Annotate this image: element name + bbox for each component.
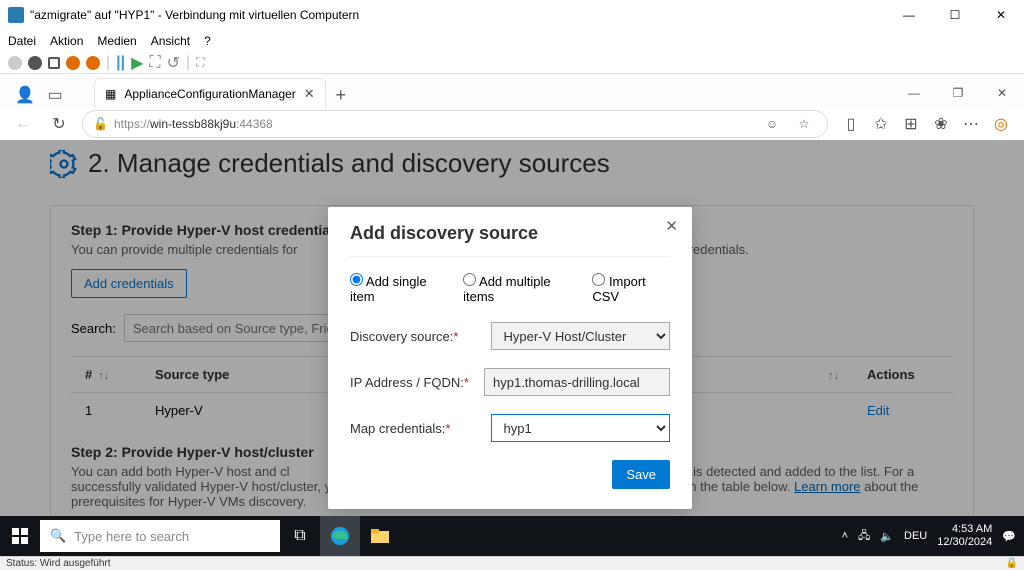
menu-medien[interactable]: Medien xyxy=(97,34,136,48)
favorites-icon[interactable]: ✩ xyxy=(868,111,894,137)
extensions-icon[interactable]: ❀ xyxy=(928,111,954,137)
play-icon[interactable]: ▶ xyxy=(131,53,143,73)
taskbar-search[interactable]: 🔍 Type here to search xyxy=(40,520,280,552)
collections-icon[interactable]: ⊞ xyxy=(898,111,924,137)
tray-up-icon[interactable]: ˄ xyxy=(842,530,848,542)
menu-ansicht[interactable]: Ansicht xyxy=(151,34,190,48)
snapshot-icon[interactable]: ⛶ xyxy=(149,54,160,72)
menu-datei[interactable]: Datei xyxy=(8,34,36,48)
network-icon[interactable]: 🖧 xyxy=(858,527,870,546)
menubar: Datei Aktion Medien Ansicht ? xyxy=(0,30,1024,52)
tabs-overview-icon[interactable]: ▭ xyxy=(42,82,68,108)
windows-taskbar: 🔍 Type here to search ⧉ ˄ 🖧 🔈 DEU 4:53 A… xyxy=(0,516,1024,556)
window-buttons: — ☐ ✕ xyxy=(886,0,1024,30)
restart-icon[interactable] xyxy=(86,56,100,70)
browser-tab[interactable]: ▦ ApplianceConfigurationManager ✕ xyxy=(94,78,326,108)
vm-toolbar: | || ▶ ⛶ ↺ | ⛶ xyxy=(0,52,1024,74)
menu-aktion[interactable]: Aktion xyxy=(50,34,83,48)
map-credentials-select[interactable]: hyp1 xyxy=(491,414,670,442)
maximize-button[interactable]: ☐ xyxy=(932,0,978,30)
tab-close-icon[interactable]: ✕ xyxy=(304,86,315,102)
profile-icon[interactable]: 👤 xyxy=(12,82,38,108)
tab-favicon: ▦ xyxy=(105,87,116,101)
menu-help[interactable]: ? xyxy=(204,34,211,48)
search-icon: 🔍 xyxy=(50,528,66,544)
feedback-icon[interactable]: ☺ xyxy=(759,111,785,137)
radio-csv[interactable]: Import CSV xyxy=(592,273,670,304)
vm-app-icon xyxy=(8,7,24,23)
task-view-icon[interactable]: ⧉ xyxy=(280,516,320,556)
window-title: "azmigrate" auf "HYP1" - Verbindung mit … xyxy=(30,8,359,22)
copilot-icon[interactable]: ◎ xyxy=(988,111,1014,137)
toolbar-btn[interactable] xyxy=(8,56,22,70)
discovery-source-select[interactable]: Hyper-V Host/Cluster xyxy=(491,322,670,350)
refresh-button[interactable]: ↻ xyxy=(46,111,72,137)
add-discovery-modal: Add discovery source ✕ Add single item A… xyxy=(328,207,692,509)
radio-single[interactable]: Add single item xyxy=(350,273,447,304)
stop-icon[interactable] xyxy=(48,57,60,69)
modal-close-icon[interactable]: ✕ xyxy=(665,217,678,235)
back-button[interactable]: ← xyxy=(10,111,36,137)
browser-tabstrip: 👤 ▭ ▦ ApplianceConfigurationManager ✕ + … xyxy=(0,74,1024,108)
favorite-icon[interactable]: ☆ xyxy=(791,111,817,137)
edge-icon[interactable] xyxy=(320,516,360,556)
modal-title: Add discovery source xyxy=(350,223,670,244)
tab-title: ApplianceConfigurationManager xyxy=(124,87,295,101)
save-button[interactable]: Save xyxy=(612,460,670,489)
minimize-button[interactable]: — xyxy=(886,0,932,30)
address-bar[interactable]: 🔓 https://win-tessb88kj9u:44368 ☺ ☆ xyxy=(82,110,828,138)
lock-icon: 🔓 xyxy=(93,117,108,131)
browser-minimize[interactable]: — xyxy=(892,78,936,108)
vm-titlebar: "azmigrate" auf "HYP1" - Verbindung mit … xyxy=(0,0,1024,30)
security-icon: 🔒 xyxy=(1006,558,1018,569)
browser-maximize[interactable]: ❐ xyxy=(936,78,980,108)
clock[interactable]: 4:53 AM 12/30/2024 xyxy=(937,523,992,549)
address-bar-row: ← ↻ 🔓 https://win-tessb88kj9u:44368 ☺ ☆ … xyxy=(0,108,1024,140)
system-tray: ˄ 🖧 🔈 DEU 4:53 AM 12/30/2024 💬 xyxy=(842,523,1016,549)
record-icon[interactable] xyxy=(28,56,42,70)
fullscreen-icon[interactable]: ⛶ xyxy=(196,55,204,70)
language-indicator[interactable]: DEU xyxy=(904,530,927,542)
shutdown-icon[interactable] xyxy=(66,56,80,70)
pause-icon[interactable]: || xyxy=(116,54,125,72)
browser-close[interactable]: ✕ xyxy=(980,78,1024,108)
sound-icon[interactable]: 🔈 xyxy=(880,530,894,543)
explorer-icon[interactable] xyxy=(360,516,400,556)
start-button[interactable] xyxy=(0,528,40,544)
read-icon[interactable]: ▯ xyxy=(838,111,864,137)
revert-icon[interactable]: ↺ xyxy=(167,53,180,73)
close-button[interactable]: ✕ xyxy=(978,0,1024,30)
page-body: 2. Manage credentials and discovery sour… xyxy=(0,140,1024,536)
fqdn-input[interactable] xyxy=(484,368,670,396)
notifications-icon[interactable]: 💬 xyxy=(1002,530,1016,543)
menu-icon[interactable]: ⋯ xyxy=(958,111,984,137)
vm-statusbar: Status: Wird ausgeführt 🔒 xyxy=(0,556,1024,570)
radio-multiple[interactable]: Add multiple items xyxy=(463,273,576,304)
new-tab-button[interactable]: + xyxy=(328,82,354,108)
